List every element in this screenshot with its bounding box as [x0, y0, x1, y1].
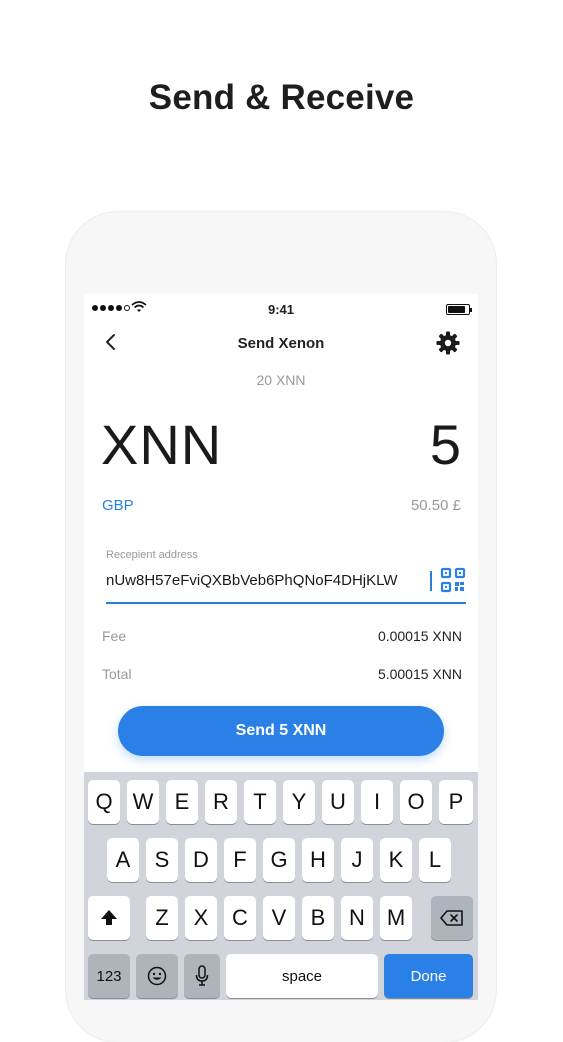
nav-title: Send Xenon	[237, 335, 325, 352]
key-f[interactable]: F	[224, 838, 256, 882]
key-c[interactable]: C	[224, 896, 256, 940]
key-r[interactable]: R	[205, 780, 237, 824]
key-y[interactable]: Y	[283, 780, 315, 824]
qr-code-icon[interactable]	[440, 567, 466, 593]
fee-value: 0.00015 XNN	[377, 628, 462, 644]
key-q[interactable]: Q	[88, 780, 120, 824]
fee-label: Fee	[102, 628, 127, 644]
key-s[interactable]: S	[146, 838, 178, 882]
key-a[interactable]: A	[107, 838, 139, 882]
total-value: 5.00015 XNN	[377, 666, 462, 682]
status-time: 9:41	[267, 302, 295, 317]
fiat-value: 50.50 £	[410, 497, 461, 514]
key-w[interactable]: W	[127, 780, 159, 824]
fiat-currency-selector[interactable]: GBP	[102, 497, 134, 514]
key-u[interactable]: U	[322, 780, 354, 824]
done-key[interactable]: Done	[384, 954, 473, 998]
key-v[interactable]: V	[263, 896, 295, 940]
dictation-key[interactable]	[184, 954, 220, 998]
address-input-underline	[106, 602, 466, 604]
onscreen-keyboard: Q W E R T Y U I O P A S D F G H J K L Z …	[84, 772, 478, 1000]
send-button[interactable]: Send 5 XNN	[118, 706, 444, 756]
key-l[interactable]: L	[419, 838, 451, 882]
gear-icon[interactable]	[435, 330, 461, 356]
recipient-address-input[interactable]: nUw8H57eFviQXBbVeb6PhQNoF4DHjKLW	[106, 566, 424, 596]
space-key[interactable]: space	[226, 954, 378, 998]
key-x[interactable]: X	[185, 896, 217, 940]
recipient-address-label: Recepient address	[106, 549, 198, 561]
key-b[interactable]: B	[302, 896, 334, 940]
key-h[interactable]: H	[302, 838, 334, 882]
key-z[interactable]: Z	[146, 896, 178, 940]
total-label: Total	[102, 666, 132, 682]
shift-key[interactable]	[88, 896, 130, 940]
emoji-key[interactable]	[136, 954, 178, 998]
key-t[interactable]: T	[244, 780, 276, 824]
key-k[interactable]: K	[380, 838, 412, 882]
emoji-icon	[147, 966, 167, 986]
status-bar: 9:41	[84, 294, 478, 324]
amount-value[interactable]: 5	[430, 412, 461, 477]
key-n[interactable]: N	[341, 896, 373, 940]
mic-icon	[195, 965, 209, 986]
text-caret	[430, 571, 432, 591]
recipient-address-text: nUw8H57eFviQXBbVeb6PhQNoF4DHjKLW	[106, 572, 398, 589]
key-o[interactable]: O	[400, 780, 432, 824]
key-p[interactable]: P	[439, 780, 473, 824]
key-j[interactable]: J	[341, 838, 373, 882]
amount-currency: XNN	[101, 413, 223, 476]
wallet-balance: 20 XNN	[256, 372, 306, 388]
key-d[interactable]: D	[185, 838, 217, 882]
page-headline: Send & Receive	[148, 78, 415, 117]
shift-icon	[101, 910, 117, 925]
key-g[interactable]: G	[263, 838, 295, 882]
battery-icon	[446, 304, 472, 315]
numbers-key[interactable]: 123	[88, 954, 130, 998]
backspace-key[interactable]	[431, 896, 473, 940]
key-e[interactable]: E	[166, 780, 198, 824]
key-m[interactable]: M	[380, 896, 412, 940]
phone-screen: 9:41 Send Xenon 20 XNN XNN 5 GBP 50.50 £…	[84, 294, 478, 1000]
backspace-icon	[440, 910, 463, 926]
key-i[interactable]: I	[361, 780, 393, 824]
